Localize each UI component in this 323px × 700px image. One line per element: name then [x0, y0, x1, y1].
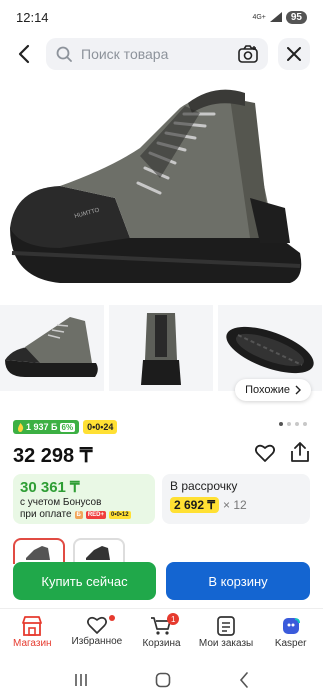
search-icon [56, 46, 72, 62]
signal-icon [269, 12, 282, 22]
status-time: 12:14 [16, 9, 49, 25]
camera-icon [238, 45, 258, 63]
close-button[interactable] [278, 38, 310, 70]
search-placeholder: Поиск товара [81, 46, 169, 62]
pager-dot [303, 422, 307, 426]
similar-button[interactable]: Похожие [235, 379, 311, 401]
camera-search-button[interactable] [238, 45, 258, 68]
heart-icon [254, 444, 276, 462]
installment-multiplier: × 12 [223, 498, 247, 512]
system-navigation [0, 660, 323, 700]
thumbnail-2[interactable] [109, 305, 213, 391]
nav-shop[interactable]: Магазин [0, 609, 65, 658]
close-icon [287, 47, 301, 61]
promo-badges: 1 937 Б 6% 0•0•24 [13, 420, 118, 434]
bonus-count: 1 937 Б [26, 422, 58, 432]
bonus-note: с учетом Бонусов [20, 497, 102, 508]
red-plus-badge: RED+ [85, 510, 107, 519]
flame-icon [18, 422, 24, 432]
installment-mini-badge: 0•0•12 [109, 510, 131, 519]
status-bar: 12:14 4G+ 95 [0, 0, 323, 34]
nav-label: Магазин [13, 638, 52, 649]
search-input[interactable]: Поиск товара [46, 38, 268, 70]
share-icon [291, 442, 309, 462]
cart-count-badge: 1 [167, 613, 180, 625]
image-pager-dots [279, 422, 307, 426]
shop-icon [22, 616, 43, 636]
bonus-price-card[interactable]: 30 361 ₸ с учетом Бонусов при оплате Б R… [13, 474, 155, 524]
add-to-cart-button[interactable]: В корзину [166, 562, 310, 600]
similar-label: Похожие [245, 384, 290, 396]
variant-option[interactable] [13, 538, 65, 564]
status-icons: 4G+ 95 [252, 10, 307, 24]
bottom-navigation: Магазин Избранное 1 Корзина Мои заказы K… [0, 608, 323, 658]
back-nav-icon[interactable] [239, 672, 249, 688]
battery-indicator: 95 [285, 10, 307, 24]
nav-favorites[interactable]: Избранное [65, 609, 130, 658]
bonus-payment-row: при оплате Б RED+ 0•0•12 [20, 509, 148, 520]
installment-tag: 0•0•24 [83, 420, 118, 434]
bonus-payment-text: при оплате [20, 509, 72, 520]
installment-row: 2 692 ₸ × 12 [170, 497, 302, 513]
search-header: Поиск товара [0, 36, 323, 72]
home-icon[interactable] [155, 672, 171, 688]
installment-amount: 2 692 ₸ [170, 497, 219, 513]
bonus-price: 30 361 ₸ [20, 479, 80, 496]
back-button[interactable] [10, 40, 38, 68]
nav-label: Избранное [71, 636, 123, 647]
notification-dot [108, 615, 115, 621]
nav-orders[interactable]: Мои заказы [194, 609, 259, 658]
share-button[interactable] [291, 442, 309, 467]
installment-card[interactable]: В рассрочку 2 692 ₸ × 12 [162, 474, 310, 524]
recents-icon[interactable] [74, 673, 88, 687]
variant-thumb [26, 546, 50, 560]
nav-label: Корзина [142, 638, 181, 649]
variant-thumb [86, 546, 110, 560]
kasper-icon [282, 618, 300, 634]
variant-option[interactable] [73, 538, 125, 564]
bonus-mini-badge: Б [74, 510, 83, 519]
nav-label: Мои заказы [198, 638, 254, 649]
nav-cart[interactable]: 1 Корзина [129, 609, 194, 658]
orders-icon [217, 616, 235, 636]
nav-kasper[interactable]: Kasper [258, 609, 323, 658]
pager-dot [287, 422, 291, 426]
boot-back-thumb [141, 313, 181, 385]
pager-dot [279, 422, 283, 426]
pager-dot [295, 422, 299, 426]
boot-side-thumb [5, 317, 98, 377]
product-main-image[interactable]: HUMTTO [0, 78, 323, 298]
bonus-percent: 6% [59, 422, 76, 432]
chevron-right-icon [295, 385, 301, 395]
chevron-left-icon [18, 44, 30, 64]
boot-image: HUMTTO [10, 89, 302, 283]
buy-now-button[interactable]: Купить сейчас [13, 562, 156, 600]
installment-title: В рассрочку [170, 479, 238, 493]
nav-label: Kasper [274, 638, 307, 649]
product-price: 32 298 ₸ [13, 445, 93, 467]
bonus-badge: 1 937 Б 6% [13, 420, 80, 434]
variant-selector [13, 538, 125, 564]
favorite-button[interactable] [254, 444, 276, 467]
thumbnail-1[interactable] [0, 305, 104, 391]
heart-icon [86, 616, 107, 634]
network-indicator: 4G+ [252, 13, 266, 21]
